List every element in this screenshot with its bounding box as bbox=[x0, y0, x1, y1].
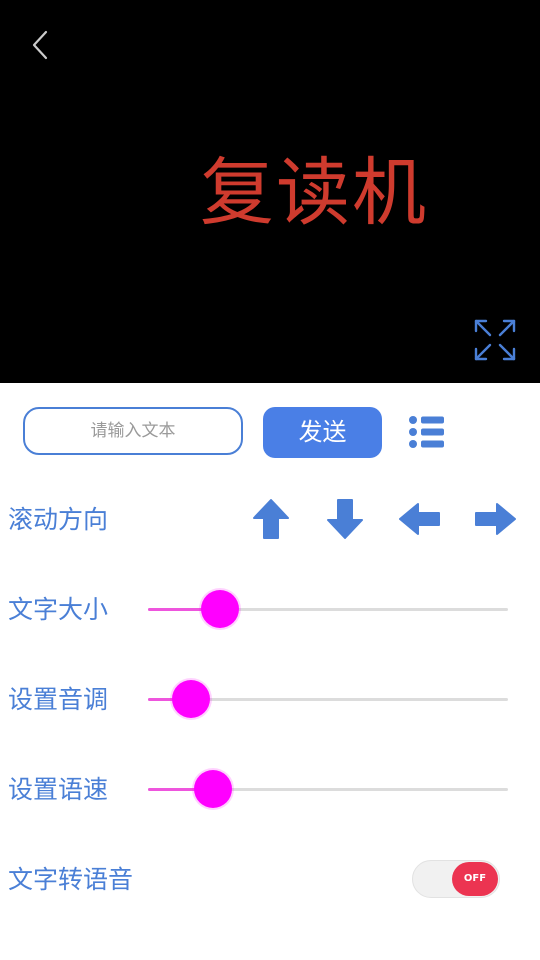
chevron-left-icon bbox=[32, 30, 48, 60]
left-arrow-icon bbox=[399, 503, 440, 535]
speed-label: 设置语速 bbox=[8, 775, 109, 804]
toggle-state: OFF bbox=[452, 862, 498, 896]
list-icon bbox=[409, 416, 444, 448]
pitch-slider[interactable] bbox=[148, 679, 508, 719]
right-arrow-icon bbox=[475, 503, 516, 535]
expand-icon bbox=[474, 319, 516, 361]
scroll-direction-label: 滚动方向 bbox=[8, 505, 109, 534]
scroll-left-button[interactable] bbox=[397, 496, 443, 542]
tts-label: 文字转语音 bbox=[8, 865, 134, 894]
font-size-slider[interactable] bbox=[148, 589, 508, 629]
send-button[interactable]: 发送 bbox=[263, 407, 382, 458]
pitch-label: 设置音调 bbox=[8, 685, 109, 714]
font-size-label: 文字大小 bbox=[8, 595, 109, 624]
text-input[interactable] bbox=[23, 407, 243, 455]
back-button[interactable] bbox=[26, 28, 56, 62]
fullscreen-button[interactable] bbox=[473, 318, 517, 362]
slider-thumb[interactable] bbox=[172, 680, 210, 718]
up-arrow-icon bbox=[253, 499, 289, 539]
down-arrow-icon bbox=[327, 499, 363, 539]
speed-slider[interactable] bbox=[148, 769, 508, 809]
history-list-button[interactable] bbox=[408, 412, 446, 452]
scroll-right-button[interactable] bbox=[472, 496, 518, 542]
text-preview-panel: 复读机 bbox=[0, 0, 540, 383]
preview-display-text: 复读机 bbox=[200, 150, 428, 236]
scroll-down-button[interactable] bbox=[322, 496, 368, 542]
scroll-up-button[interactable] bbox=[248, 496, 294, 542]
tts-toggle[interactable]: OFF bbox=[412, 860, 500, 898]
slider-thumb[interactable] bbox=[201, 590, 239, 628]
slider-thumb[interactable] bbox=[194, 770, 232, 808]
